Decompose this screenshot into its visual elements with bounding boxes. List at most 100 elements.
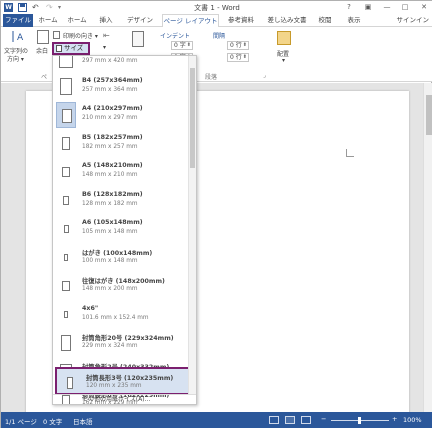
page-size-option[interactable]: A4 (210x297mm) 210 mm x 297 mm <box>53 101 189 129</box>
page-size-icon <box>56 245 76 271</box>
page-size-dimensions: 148 mm x 210 mm <box>82 172 138 178</box>
tab-home[interactable]: ホーム <box>35 14 61 27</box>
page-size-dimensions: 105 mm x 148 mm <box>82 229 138 235</box>
zoom-slider-thumb[interactable] <box>358 417 361 424</box>
paragraph-dialog-launcher-icon[interactable]: ⌟ <box>263 72 266 79</box>
page-shape <box>59 77 73 96</box>
page-size-name: 往復はがき (148x200mm) <box>82 278 165 285</box>
orientation-icon[interactable] <box>53 31 60 39</box>
page-size-option[interactable]: A6 (105x148mm) 105 mm x 148 mm <box>53 215 189 243</box>
margins-label[interactable]: 余白 <box>36 46 48 55</box>
page-shape <box>62 281 70 291</box>
page-size-name: A4 (210x297mm) <box>82 105 143 112</box>
page-shape <box>61 137 71 150</box>
close-button[interactable]: ✕ <box>417 1 431 14</box>
tab-review[interactable]: 校閲 <box>314 14 336 27</box>
tab-page-layout[interactable]: ページ レイアウト <box>162 14 219 28</box>
ribbon-display-options-button[interactable]: ▣ <box>361 1 375 14</box>
spacing-before-input[interactable]: 0 行 <box>227 41 249 50</box>
crop-mark-top-right <box>346 149 354 157</box>
page-size-icon <box>56 131 76 157</box>
page-size-name: A5 (148x210mm) <box>82 162 143 169</box>
page-size-option[interactable]: 往復はがき (148x200mm) 148 mm x 200 mm <box>53 272 189 300</box>
page-shape <box>63 225 69 233</box>
page-size-option[interactable]: A3 (297x420mm)297 mm x 420 mm <box>53 56 189 72</box>
page-size-dimensions: 101.6 mm x 152.4 mm <box>82 314 149 321</box>
vertical-scrollbar[interactable] <box>423 83 432 412</box>
page-size-icon <box>56 216 76 242</box>
page-size-name: 封筒長形3号 (120x235mm) <box>86 375 174 382</box>
page-setup-group-label: ペ <box>41 74 48 81</box>
ribbon-tabs: ファイル ホーム ホーム 挿入 デザイン ページ レイアウト 参考資料 差し込み… <box>1 14 432 28</box>
zoom-level[interactable]: 100% <box>403 416 422 424</box>
tab-design[interactable]: デザイン <box>121 14 159 27</box>
tab-insert[interactable]: 挿入 <box>95 14 117 27</box>
zoom-in-button[interactable]: + <box>392 415 397 423</box>
help-button[interactable]: ? <box>342 1 356 14</box>
page-size-option[interactable]: B4 (257x364mm) 257 mm x 364 mm <box>53 73 189 101</box>
page-size-icon <box>56 159 76 185</box>
page-size-icon <box>56 74 76 100</box>
minimize-button[interactable]: — <box>380 1 394 14</box>
page-size-dimensions: 229 mm x 324 mm <box>82 343 138 349</box>
page-size-dimensions: 297 mm x 420 mm <box>82 58 138 64</box>
tab-mailings[interactable]: 差し込み文書 <box>263 14 311 27</box>
arrange-chevron-icon[interactable]: ▾ <box>282 57 285 64</box>
web-layout-icon[interactable] <box>301 416 311 424</box>
page-size-icon <box>56 56 76 71</box>
text-direction-label-2[interactable]: 方向 ▾ <box>7 54 24 63</box>
page-size-option[interactable]: 封筒長形3号 (120x235mm) 120 mm x 235 mm <box>55 367 195 395</box>
indent-left-input[interactable]: 0 字 <box>171 41 193 50</box>
watermark-icon[interactable] <box>132 31 144 47</box>
arrange-icon[interactable] <box>277 31 291 45</box>
zoom-out-button[interactable]: − <box>321 415 326 423</box>
scrollbar-thumb[interactable] <box>426 95 432 135</box>
line-numbers-button[interactable]: ▾ <box>103 44 106 51</box>
dropdown-scrollbar[interactable] <box>188 56 196 394</box>
margins-icon[interactable] <box>37 30 49 44</box>
page-size-icon <box>60 370 80 396</box>
orientation-button[interactable]: 印刷の向き ▾ <box>63 31 98 40</box>
more-paper-sizes-link[interactable]: その他の用紙サイズ(A)... <box>53 394 196 404</box>
page-size-dimensions: 120 mm x 235 mm <box>86 383 142 389</box>
word-count[interactable]: 0 文字 <box>43 416 62 426</box>
paragraph-group-label: 段落 <box>205 74 218 81</box>
page-size-option[interactable]: B5 (182x257mm) 182 mm x 257 mm <box>53 130 189 158</box>
indent-label: インデント <box>160 33 191 40</box>
tab-file[interactable]: ファイル <box>3 14 33 27</box>
language-indicator[interactable]: 日本語 <box>73 416 93 426</box>
tab-home-2[interactable]: ホーム <box>63 14 91 27</box>
tab-view[interactable]: 表示 <box>343 14 365 27</box>
page-count[interactable]: 1/1 ページ <box>5 416 37 426</box>
page-shape <box>67 377 73 389</box>
dropdown-scrollbar-thumb[interactable] <box>190 68 195 168</box>
page-size-dimensions: 210 mm x 297 mm <box>82 115 138 121</box>
page-size-option[interactable]: 封筒角形20号 (229x324mm) 229 mm x 324 mm <box>53 329 189 357</box>
page-shape <box>62 196 70 205</box>
page-size-option[interactable]: はがき (100x148mm) 100 mm x 148 mm <box>53 244 189 272</box>
page-size-name: B4 (257x364mm) <box>82 76 143 84</box>
page-shape <box>63 253 69 262</box>
spacing-after-input[interactable]: 0 行 <box>227 53 249 62</box>
page-size-option[interactable]: 4x6" 101.6 mm x 152.4 mm <box>53 301 189 329</box>
page-size-name: B5 (182x257mm) <box>82 133 143 141</box>
breaks-icon[interactable]: ⇤ <box>103 31 110 40</box>
page-size-name: 4x6" <box>82 304 99 312</box>
page-size-option[interactable]: A5 (148x210mm) 148 mm x 210 mm <box>53 158 189 186</box>
read-mode-icon[interactable] <box>269 416 279 424</box>
page-size-name: B6 (128x182mm) <box>82 190 143 198</box>
page-shape <box>58 56 74 68</box>
page-size-name: はがき (100x148mm) <box>82 249 153 257</box>
page-size-name: 封筒角形20号 (229x324mm) <box>82 335 174 342</box>
text-direction-icon[interactable]: A <box>11 30 25 44</box>
sign-in-link[interactable]: サインイン <box>397 14 430 27</box>
spacing-label: 間隔 <box>213 33 226 40</box>
print-layout-icon[interactable] <box>285 416 295 424</box>
size-button[interactable]: サイズ ▾ <box>52 42 90 61</box>
title-bar: W ↶ ↷ ▾ 文書 1 - Word ? ▣ — □ ✕ <box>1 1 432 14</box>
restore-button[interactable]: □ <box>398 1 412 14</box>
page-size-option[interactable]: B6 (128x182mm) 128 mm x 182 mm <box>53 187 189 215</box>
page-size-dimensions: 148 mm x 200 mm <box>82 286 138 292</box>
tab-references[interactable]: 参考資料 <box>223 14 259 27</box>
page-size-icon <box>56 330 76 356</box>
